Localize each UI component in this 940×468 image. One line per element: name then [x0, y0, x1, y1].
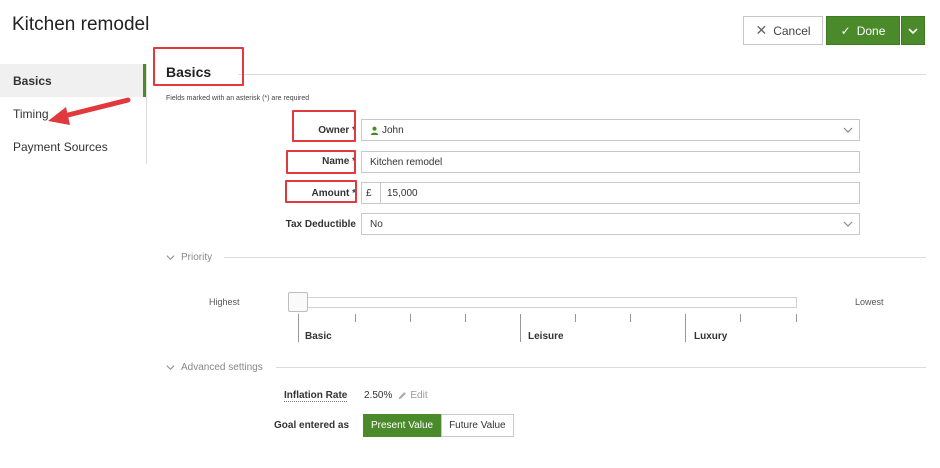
annotation-arrow-icon — [48, 97, 131, 125]
priority-divider — [224, 257, 926, 258]
required-note: Fields marked with an asterisk (*) are r… — [166, 95, 310, 102]
owner-value: John — [382, 124, 404, 136]
annotation-box-amount — [285, 180, 357, 203]
priority-slider-track[interactable] — [288, 297, 797, 308]
person-icon — [370, 126, 379, 135]
sidebar-divider — [146, 64, 147, 164]
pencil-icon — [399, 392, 407, 400]
sidebar-item-label: Basics — [13, 73, 52, 88]
annotation-box-name — [286, 150, 356, 174]
slider-tick — [520, 314, 521, 342]
tax-deductible-label: Tax Deductible — [285, 219, 356, 230]
inflation-rate-value: 2.50% — [364, 390, 393, 401]
advanced-settings-divider — [276, 367, 926, 368]
slider-tick — [465, 314, 466, 322]
slider-max-label: Lowest — [855, 297, 884, 307]
slider-tick — [630, 314, 631, 322]
currency-symbol: £ — [366, 183, 381, 203]
present-value-button[interactable]: Present Value — [363, 414, 442, 437]
priority-category-leisure: Leisure — [528, 331, 564, 342]
priority-header: Priority — [181, 252, 213, 263]
tax-deductible-value: No — [370, 218, 383, 230]
name-input[interactable]: Kitchen remodel — [361, 151, 860, 173]
owner-select[interactable]: John — [361, 119, 860, 141]
slider-tick — [740, 314, 741, 322]
annotation-box-owner — [292, 110, 356, 142]
sidebar-item-label: Payment Sources — [13, 139, 108, 154]
done-button[interactable]: ✓ Done — [826, 16, 900, 45]
slider-tick — [410, 314, 411, 322]
chevron-down-icon — [908, 27, 918, 34]
advanced-settings-toggle[interactable]: Advanced settings — [166, 362, 263, 373]
chevron-down-icon — [166, 255, 175, 261]
chevron-down-icon — [166, 365, 175, 371]
chevron-down-icon — [843, 221, 853, 227]
section-divider — [238, 74, 926, 75]
done-label: Done — [856, 23, 886, 38]
priority-category-basic: Basic — [305, 331, 332, 342]
goal-value-toggle: Present Value Future Value — [363, 414, 514, 437]
slider-tick — [575, 314, 576, 322]
slider-min-label: Highest — [209, 297, 240, 307]
slider-tick — [685, 314, 686, 342]
sidebar-item-payment-sources[interactable]: Payment Sources — [0, 130, 146, 163]
inflation-rate-row: 2.50% Edit — [364, 390, 428, 401]
amount-input[interactable]: £ 15,000 — [361, 182, 860, 204]
check-icon: ✓ — [840, 23, 851, 38]
slider-tick — [355, 314, 356, 322]
goal-entered-as-label: Goal entered as — [274, 420, 350, 431]
chevron-down-icon — [843, 127, 853, 133]
name-value: Kitchen remodel — [370, 156, 443, 168]
edit-inflation-link[interactable]: Edit — [398, 390, 428, 401]
slider-tick — [298, 314, 299, 342]
sidebar-item-basics[interactable]: Basics — [0, 64, 146, 97]
advanced-settings-header: Advanced settings — [181, 362, 263, 373]
done-dropdown-button[interactable] — [901, 16, 925, 45]
close-icon: ✕ — [755, 22, 768, 38]
priority-category-luxury: Luxury — [694, 331, 728, 342]
cancel-button[interactable]: ✕ Cancel — [743, 16, 823, 45]
annotation-box-basics — [153, 47, 244, 86]
amount-value: 15,000 — [387, 187, 418, 199]
page-title: Kitchen remodel — [12, 14, 150, 35]
priority-toggle[interactable]: Priority — [166, 252, 212, 263]
tax-deductible-select[interactable]: No — [361, 213, 860, 235]
slider-tick — [796, 314, 797, 322]
inflation-rate-label: Inflation Rate — [284, 390, 348, 402]
future-value-button[interactable]: Future Value — [441, 414, 514, 437]
priority-slider-handle[interactable] — [288, 292, 308, 312]
cancel-label: Cancel — [773, 23, 811, 38]
edit-label: Edit — [410, 390, 428, 401]
